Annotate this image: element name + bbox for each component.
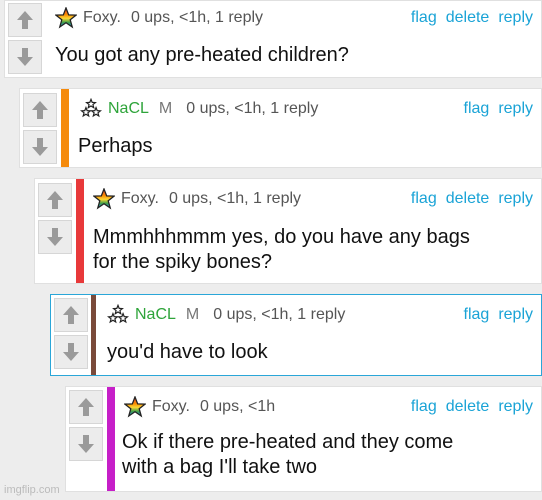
vote-controls <box>66 387 106 491</box>
rainbow-star-icon[interactable] <box>55 7 77 29</box>
upvote-button[interactable] <box>23 93 57 127</box>
comment-header: Foxy. 0 ups, <1h flag delete reply <box>124 390 533 424</box>
comment-text-line: Mmmhhhmmm yes, do you have any bags <box>93 226 470 248</box>
delete-link[interactable]: delete <box>446 9 490 27</box>
thread-bar <box>61 89 69 167</box>
username[interactable]: Foxy. <box>121 190 159 208</box>
username[interactable]: NaCL <box>135 306 176 324</box>
upvote-button[interactable] <box>38 183 72 217</box>
comment-text: Ok if there pre-heated and they come wit… <box>122 430 453 480</box>
vote-controls <box>51 295 91 375</box>
comment-header: NaCL M 0 ups, <1h, 1 reply flag reply <box>80 92 533 126</box>
thread-bar <box>107 387 115 491</box>
comment-text: Perhaps <box>78 135 153 157</box>
molecule-stars-icon[interactable] <box>80 98 102 120</box>
rainbow-star-icon[interactable] <box>93 188 115 210</box>
downvote-button[interactable] <box>38 220 72 254</box>
moderator-badge: M <box>185 306 200 323</box>
comment-1: Foxy. 0 ups, <1h, 1 reply flag delete re… <box>4 0 542 78</box>
flag-link[interactable]: flag <box>411 9 437 27</box>
molecule-stars-icon[interactable] <box>107 304 129 326</box>
watermark: imgflip.com <box>4 484 60 496</box>
upvote-button[interactable] <box>54 298 88 332</box>
up-arrow-icon <box>32 101 48 119</box>
downvote-button[interactable] <box>23 130 57 164</box>
comment-5: Foxy. 0 ups, <1h flag delete reply Ok if… <box>65 386 542 492</box>
down-arrow-icon <box>32 138 48 156</box>
comment-header: Foxy. 0 ups, <1h, 1 reply flag delete re… <box>93 182 533 216</box>
down-arrow-icon <box>17 48 33 66</box>
up-arrow-icon <box>47 191 63 209</box>
reply-link[interactable]: reply <box>498 398 533 416</box>
reply-link[interactable]: reply <box>498 9 533 27</box>
username[interactable]: Foxy. <box>83 9 121 27</box>
thread-bar <box>91 295 96 375</box>
comment-text: You got any pre-heated children? <box>55 44 349 66</box>
vote-controls <box>20 89 60 167</box>
flag-link[interactable]: flag <box>464 306 490 324</box>
down-arrow-icon <box>47 228 63 246</box>
delete-link[interactable]: delete <box>446 398 490 416</box>
up-arrow-icon <box>17 11 33 29</box>
down-arrow-icon <box>63 343 79 361</box>
upvote-button[interactable] <box>8 3 42 37</box>
upvote-button[interactable] <box>69 390 103 424</box>
flag-link[interactable]: flag <box>464 100 490 118</box>
comment-meta: 0 ups, <1h, 1 reply <box>186 100 319 117</box>
comment-4: NaCL M 0 ups, <1h, 1 reply flag reply yo… <box>50 294 542 376</box>
reply-link[interactable]: reply <box>498 100 533 118</box>
down-arrow-icon <box>78 435 94 453</box>
comment-meta: 0 ups, <1h <box>199 398 276 415</box>
moderator-badge: M <box>158 100 173 117</box>
comment-text-line: Ok if there pre-heated and they come <box>122 431 454 453</box>
comment-text-line: with a bag I'll take two <box>122 456 318 478</box>
reply-link[interactable]: reply <box>498 306 533 324</box>
comment-header: NaCL M 0 ups, <1h, 1 reply flag reply <box>107 298 533 332</box>
flag-link[interactable]: flag <box>411 398 437 416</box>
up-arrow-icon <box>63 306 79 324</box>
rainbow-star-icon[interactable] <box>124 396 146 418</box>
reply-link[interactable]: reply <box>498 190 533 208</box>
vote-controls <box>35 179 75 283</box>
downvote-button[interactable] <box>8 40 42 74</box>
comment-meta: 0 ups, <1h, 1 reply <box>130 9 264 26</box>
vote-controls <box>5 1 45 77</box>
flag-link[interactable]: flag <box>411 190 437 208</box>
downvote-button[interactable] <box>54 335 88 369</box>
comment-text-line: for the spiky bones? <box>93 251 272 273</box>
thread-bar <box>76 179 84 283</box>
comment-meta: 0 ups, <1h, 1 reply <box>213 306 346 323</box>
username[interactable]: NaCL <box>108 100 149 118</box>
comment-text: you'd have to look <box>107 341 268 363</box>
comment-text: Mmmhhhmmm yes, do you have any bags for … <box>93 225 470 275</box>
comment-header: Foxy. 0 ups, <1h, 1 reply flag delete re… <box>55 1 533 35</box>
up-arrow-icon <box>78 398 94 416</box>
comment-3: Foxy. 0 ups, <1h, 1 reply flag delete re… <box>34 178 542 284</box>
comment-2: NaCL M 0 ups, <1h, 1 reply flag reply Pe… <box>19 88 542 168</box>
delete-link[interactable]: delete <box>446 190 490 208</box>
downvote-button[interactable] <box>69 427 103 461</box>
comment-meta: 0 ups, <1h, 1 reply <box>168 190 302 207</box>
username[interactable]: Foxy. <box>152 398 190 416</box>
